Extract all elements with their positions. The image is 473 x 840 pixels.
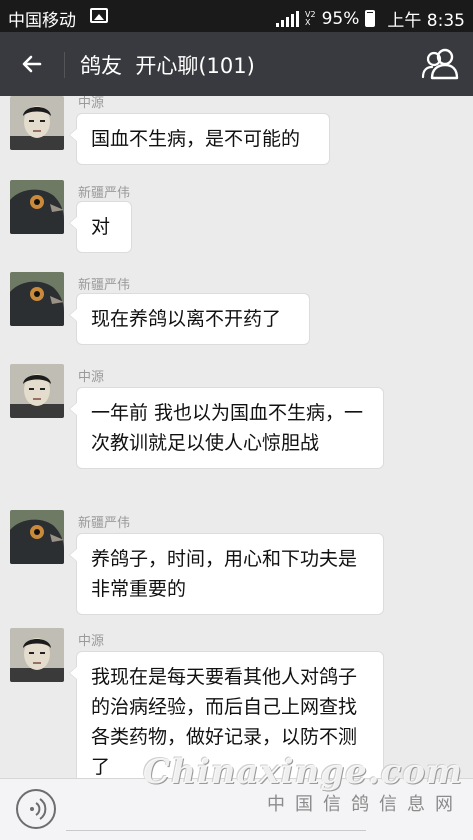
message-bubble[interactable]: 养鸽子，时间，用心和下功夫是非常重要的	[69, 533, 384, 615]
avatar[interactable]	[10, 628, 64, 682]
avatar[interactable]	[10, 510, 64, 564]
clock: 上午 8:35	[387, 11, 465, 31]
chat-header: 鸽友 开心聊(101)	[0, 32, 473, 96]
message-bubble[interactable]: 我现在是每天要看其他人对鸽子的治病经验，而后自己上网查找各类药物，做好记录，以防…	[69, 651, 384, 778]
chat-title: 鸽友 开心聊(101)	[80, 54, 255, 78]
network-type-icon: V2 X	[305, 10, 316, 27]
group-members-button[interactable]	[421, 46, 459, 82]
avatar[interactable]	[10, 96, 64, 150]
sender-name: 新疆严伟	[78, 186, 131, 201]
voice-input-icon	[30, 798, 47, 820]
sender-name: 中源	[78, 96, 105, 111]
input-bar	[0, 778, 473, 840]
voice-input-button[interactable]	[16, 789, 56, 829]
network-type-bottom: X	[305, 17, 311, 27]
status-bar: 中国移动 V2 X 95% 上午 8:35	[0, 0, 473, 32]
battery-percent: 95%	[321, 8, 360, 29]
group-members-icon	[421, 48, 459, 80]
back-button[interactable]	[12, 44, 52, 84]
battery-icon	[365, 10, 376, 27]
avatar[interactable]	[10, 272, 64, 326]
message-list[interactable]: 中源 国血不生病，是不可能的 新疆严伟 对 新疆严伟 现在养鸽以离不开药了 中源…	[0, 96, 473, 778]
pigeon-photo-icon	[10, 180, 64, 234]
message-input[interactable]	[66, 787, 366, 831]
message-bubble[interactable]: 国血不生病，是不可能的	[69, 113, 330, 165]
user-photo-icon	[10, 628, 64, 682]
image-notification-icon	[90, 8, 108, 23]
sender-name: 新疆严伟	[78, 278, 131, 293]
carrier-name: 中国移动	[8, 11, 76, 31]
arrow-left-icon	[22, 55, 42, 73]
header-divider	[64, 52, 65, 78]
sender-name: 中源	[78, 634, 105, 649]
user-photo-icon	[10, 364, 64, 418]
message-bubble[interactable]: 一年前 我也以为国血不生病，一次教训就足以使人心惊胆战	[69, 387, 384, 469]
sender-name: 中源	[78, 370, 105, 385]
status-indicators: V2 X 95% 上午 8:35	[276, 6, 465, 31]
message-bubble[interactable]: 现在养鸽以离不开药了	[69, 293, 310, 345]
message-bubble[interactable]: 对	[69, 201, 132, 253]
pigeon-photo-icon	[10, 272, 64, 326]
signal-strength-icon	[276, 10, 300, 27]
avatar[interactable]	[10, 364, 64, 418]
user-photo-icon	[10, 96, 64, 150]
pigeon-photo-icon	[10, 510, 64, 564]
avatar[interactable]	[10, 180, 64, 234]
sender-name: 新疆严伟	[78, 516, 131, 531]
